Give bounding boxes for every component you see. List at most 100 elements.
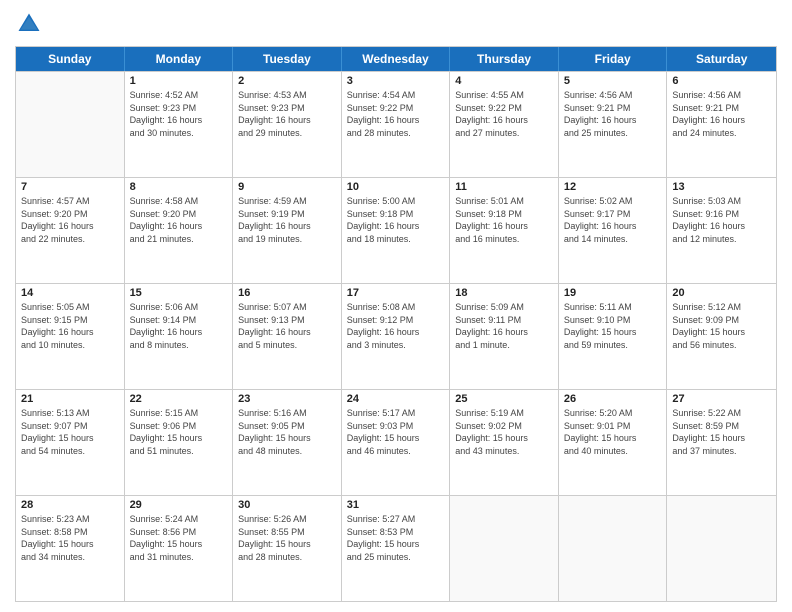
day-number: 6 [672,75,771,87]
day-cell-20: 20 Sunrise: 5:12 AM Sunset: 9:09 PM Dayli… [667,284,776,389]
day-info: Sunrise: 5:02 AM Sunset: 9:17 PM Dayligh… [564,195,662,245]
day-info: Sunrise: 4:54 AM Sunset: 9:22 PM Dayligh… [347,89,445,139]
day-number: 12 [564,181,662,193]
day-number: 3 [347,75,445,87]
day-cell-17: 17 Sunrise: 5:08 AM Sunset: 9:12 PM Dayli… [342,284,451,389]
day-number: 14 [21,287,119,299]
header [15,10,777,38]
day-number: 19 [564,287,662,299]
day-number: 1 [130,75,228,87]
day-cell-12: 12 Sunrise: 5:02 AM Sunset: 9:17 PM Dayli… [559,178,668,283]
empty-cell [16,72,125,177]
day-number: 2 [238,75,336,87]
day-cell-13: 13 Sunrise: 5:03 AM Sunset: 9:16 PM Dayli… [667,178,776,283]
day-info: Sunrise: 5:08 AM Sunset: 9:12 PM Dayligh… [347,301,445,351]
day-info: Sunrise: 5:17 AM Sunset: 9:03 PM Dayligh… [347,407,445,457]
day-info: Sunrise: 5:00 AM Sunset: 9:18 PM Dayligh… [347,195,445,245]
day-cell-15: 15 Sunrise: 5:06 AM Sunset: 9:14 PM Dayli… [125,284,234,389]
day-cell-1: 1 Sunrise: 4:52 AM Sunset: 9:23 PM Daylig… [125,72,234,177]
logo [15,10,47,38]
day-cell-9: 9Sunrise: 4:59 AM Sunset: 9:19 PM Daylig… [233,178,342,283]
day-cell-22: 22Sunrise: 5:15 AM Sunset: 9:06 PM Dayli… [125,390,234,495]
day-info: Sunrise: 4:56 AM Sunset: 9:21 PM Dayligh… [564,89,662,139]
day-cell-18: 18 Sunrise: 5:09 AM Sunset: 9:11 PM Dayli… [450,284,559,389]
day-info: Sunrise: 5:16 AM Sunset: 9:05 PM Dayligh… [238,407,336,457]
day-cell-30: 30 Sunrise: 5:26 AM Sunset: 8:55 PM Dayli… [233,496,342,601]
empty-cell [667,496,776,601]
day-cell-21: 21 Sunrise: 5:13 AM Sunset: 9:07 PM Dayli… [16,390,125,495]
day-info: Sunrise: 5:05 AM Sunset: 9:15 PM Dayligh… [21,301,119,351]
day-number: 13 [672,181,771,193]
day-number: 28 [21,499,119,511]
day-cell-16: 16 Sunrise: 5:07 AM Sunset: 9:13 PM Dayli… [233,284,342,389]
header-cell-friday: Friday [559,47,668,71]
day-info: Sunrise: 5:15 AM Sunset: 9:06 PM Dayligh… [130,407,228,457]
day-cell-14: 14 Sunrise: 5:05 AM Sunset: 9:15 PM Dayli… [16,284,125,389]
day-number: 8 [130,181,228,193]
day-number: 30 [238,499,336,511]
day-cell-10: 10 Sunrise: 5:00 AM Sunset: 9:18 PM Dayli… [342,178,451,283]
header-cell-monday: Monday [125,47,234,71]
day-info: Sunrise: 5:07 AM Sunset: 9:13 PM Dayligh… [238,301,336,351]
day-number: 18 [455,287,553,299]
day-info: Sunrise: 5:12 AM Sunset: 9:09 PM Dayligh… [672,301,771,351]
day-number: 20 [672,287,771,299]
week-row-5: 28 Sunrise: 5:23 AM Sunset: 8:58 PM Dayli… [16,495,776,601]
day-info: Sunrise: 5:24 AM Sunset: 8:56 PM Dayligh… [130,513,228,563]
week-row-4: 21 Sunrise: 5:13 AM Sunset: 9:07 PM Dayli… [16,389,776,495]
day-number: 10 [347,181,445,193]
day-cell-23: 23 Sunrise: 5:16 AM Sunset: 9:05 PM Dayli… [233,390,342,495]
day-info: Sunrise: 4:58 AM Sunset: 9:20 PM Dayligh… [130,195,228,245]
day-number: 7 [21,181,119,193]
calendar-body: 1 Sunrise: 4:52 AM Sunset: 9:23 PM Daylig… [16,71,776,601]
day-info: Sunrise: 5:26 AM Sunset: 8:55 PM Dayligh… [238,513,336,563]
day-cell-25: 25 Sunrise: 5:19 AM Sunset: 9:02 PM Dayli… [450,390,559,495]
day-info: Sunrise: 5:11 AM Sunset: 9:10 PM Dayligh… [564,301,662,351]
day-number: 5 [564,75,662,87]
header-cell-saturday: Saturday [667,47,776,71]
day-info: Sunrise: 5:20 AM Sunset: 9:01 PM Dayligh… [564,407,662,457]
day-info: Sunrise: 4:56 AM Sunset: 9:21 PM Dayligh… [672,89,771,139]
day-number: 24 [347,393,445,405]
empty-cell [450,496,559,601]
day-cell-31: 31 Sunrise: 5:27 AM Sunset: 8:53 PM Dayli… [342,496,451,601]
day-info: Sunrise: 5:13 AM Sunset: 9:07 PM Dayligh… [21,407,119,457]
day-info: Sunrise: 5:01 AM Sunset: 9:18 PM Dayligh… [455,195,553,245]
day-cell-6: 6 Sunrise: 4:56 AM Sunset: 9:21 PM Daylig… [667,72,776,177]
day-info: Sunrise: 4:52 AM Sunset: 9:23 PM Dayligh… [130,89,228,139]
day-number: 11 [455,181,553,193]
header-cell-sunday: Sunday [16,47,125,71]
day-info: Sunrise: 5:06 AM Sunset: 9:14 PM Dayligh… [130,301,228,351]
day-cell-29: 29 Sunrise: 5:24 AM Sunset: 8:56 PM Dayli… [125,496,234,601]
day-number: 26 [564,393,662,405]
day-number: 31 [347,499,445,511]
day-info: Sunrise: 5:03 AM Sunset: 9:16 PM Dayligh… [672,195,771,245]
week-row-3: 14 Sunrise: 5:05 AM Sunset: 9:15 PM Dayli… [16,283,776,389]
day-number: 27 [672,393,771,405]
day-cell-7: 7 Sunrise: 4:57 AM Sunset: 9:20 PM Daylig… [16,178,125,283]
day-info: Sunrise: 5:19 AM Sunset: 9:02 PM Dayligh… [455,407,553,457]
day-cell-11: 11 Sunrise: 5:01 AM Sunset: 9:18 PM Dayli… [450,178,559,283]
day-info: Sunrise: 4:57 AM Sunset: 9:20 PM Dayligh… [21,195,119,245]
day-number: 25 [455,393,553,405]
header-cell-tuesday: Tuesday [233,47,342,71]
day-info: Sunrise: 5:23 AM Sunset: 8:58 PM Dayligh… [21,513,119,563]
day-number: 21 [21,393,119,405]
day-info: Sunrise: 5:27 AM Sunset: 8:53 PM Dayligh… [347,513,445,563]
day-cell-28: 28 Sunrise: 5:23 AM Sunset: 8:58 PM Dayli… [16,496,125,601]
day-cell-24: 24 Sunrise: 5:17 AM Sunset: 9:03 PM Dayli… [342,390,451,495]
header-cell-wednesday: Wednesday [342,47,451,71]
day-cell-5: 5 Sunrise: 4:56 AM Sunset: 9:21 PM Daylig… [559,72,668,177]
day-number: 15 [130,287,228,299]
day-number: 29 [130,499,228,511]
day-cell-8: 8 Sunrise: 4:58 AM Sunset: 9:20 PM Daylig… [125,178,234,283]
day-number: 9 [238,181,336,193]
week-row-2: 7 Sunrise: 4:57 AM Sunset: 9:20 PM Daylig… [16,177,776,283]
day-cell-26: 26 Sunrise: 5:20 AM Sunset: 9:01 PM Dayli… [559,390,668,495]
day-number: 16 [238,287,336,299]
day-info: Sunrise: 5:09 AM Sunset: 9:11 PM Dayligh… [455,301,553,351]
page: SundayMondayTuesdayWednesdayThursdayFrid… [0,0,792,612]
day-number: 23 [238,393,336,405]
week-row-1: 1 Sunrise: 4:52 AM Sunset: 9:23 PM Daylig… [16,71,776,177]
day-number: 17 [347,287,445,299]
